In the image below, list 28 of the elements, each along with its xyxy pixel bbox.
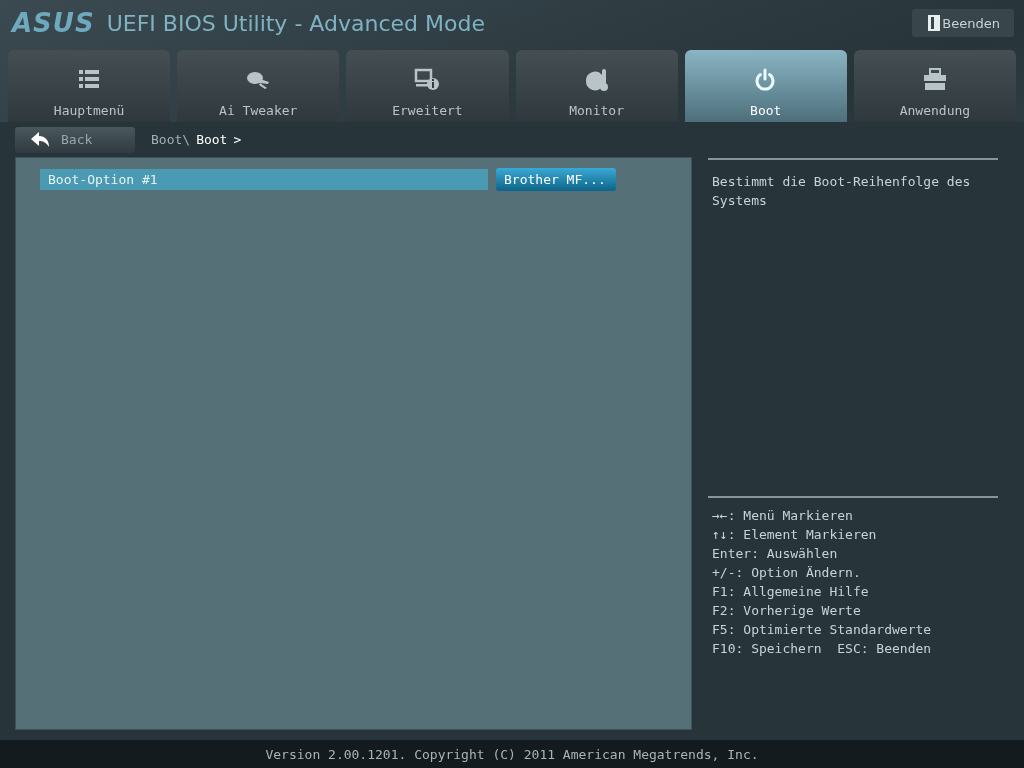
menu-tab[interactable]: Anwendung <box>853 50 1017 122</box>
key-hint: →←: Menü Markieren <box>712 507 854 525</box>
key-hint: ↑↓: Element Markieren <box>712 526 878 544</box>
door-icon <box>928 15 941 31</box>
toolbox-icon <box>921 67 948 93</box>
monitor-info-icon <box>414 67 441 93</box>
menu-tab[interactable]: Ai Tweaker <box>177 50 340 122</box>
version-text: Version 2.00.1201. Copyright (C) 2011 American Megatrends, Inc. <box>265 746 759 762</box>
window-title: UEFI BIOS Utility - Advanced Mode <box>106 10 486 36</box>
menu-tab[interactable]: Erweitert <box>346 50 509 122</box>
back-button[interactable]: Back <box>15 126 135 153</box>
menu-tab[interactable]: Hauptmenü <box>8 50 171 122</box>
help-description: Bestimmt die Boot-Reihenfolge des Systems <box>712 174 971 208</box>
menu-tab[interactable]: Monitor <box>515 50 678 122</box>
menu-tab[interactable]: Boot <box>684 50 847 122</box>
key-hint: F1: Allgemeine Hilfe <box>712 583 870 601</box>
key-hint: F2: Vorherige Werte <box>712 602 862 620</box>
exit-button[interactable]: Beenden <box>912 9 1014 37</box>
key-hint: F5: Optimierte Standardwerte <box>712 621 933 639</box>
key-hint: Enter: Auswählen <box>712 545 839 563</box>
back-arrow-icon <box>31 131 49 148</box>
breadcrumb-link[interactable]: Boot\ <box>151 132 191 147</box>
breadcrumb-separator: > <box>233 132 242 147</box>
key-hint: +/-: Option Ändern. <box>712 564 862 582</box>
brand-logo: ASUS <box>12 8 95 38</box>
breadcrumb-current: Boot <box>196 132 228 147</box>
setting-value-button[interactable]: Brother MF... <box>496 168 616 191</box>
key-hint: F10: Speichern ESC: Beenden <box>712 640 933 658</box>
